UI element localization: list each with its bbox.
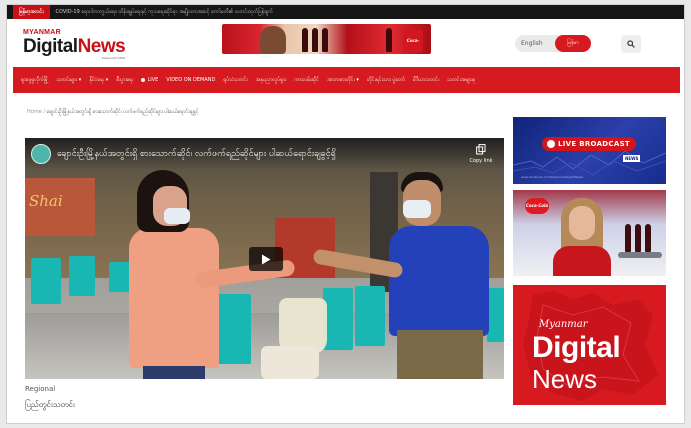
nav-item-live[interactable]: LIVE bbox=[141, 77, 158, 83]
search-button[interactable] bbox=[621, 35, 641, 53]
breadcrumb-home[interactable]: Home bbox=[27, 109, 42, 115]
ad-brand-logo: Coca-Cola bbox=[403, 30, 423, 52]
language-switch[interactable]: English မြန်မာ bbox=[515, 35, 591, 52]
live-broadcast-ad[interactable]: LIVE BROADCAST NEWS www.facebook.com/Mya… bbox=[513, 117, 666, 184]
copy-link-button[interactable]: Copy link bbox=[463, 144, 499, 170]
ad-bottle-image bbox=[302, 28, 308, 52]
man-mask bbox=[403, 200, 431, 218]
video-title-bar: ချောင်းဦးမြို့နယ်အတွင်းရှိ စားသောက်ဆိုင်… bbox=[25, 138, 504, 170]
video-player[interactable]: Shai ချောင်းဦးမြို့နယ်အတွင်းရှိ စားသောက်… bbox=[25, 138, 504, 379]
nav-item-0[interactable]: ရှာဖွေမှုလိုက်မြို့ bbox=[21, 77, 48, 84]
ad-person-image bbox=[260, 26, 286, 54]
play-button[interactable] bbox=[249, 247, 283, 271]
nav-item-3[interactable]: စီးပွားရေး bbox=[116, 77, 133, 84]
chair-image bbox=[215, 294, 251, 364]
logo-main-text: DigitalNews bbox=[23, 36, 126, 57]
ticker-badge: မြန်မာ့အလင်း bbox=[13, 5, 50, 19]
woman-pants bbox=[143, 366, 205, 379]
ad-tray bbox=[618, 252, 662, 258]
logo-digital: Digital bbox=[23, 36, 78, 57]
news-ticker: မြန်မာ့အလင်း COVID-19 ရောဂါကာကွယ်ရေး၊ ထိ… bbox=[7, 5, 684, 19]
channel-avatar[interactable] bbox=[31, 144, 51, 164]
coca-cola-ad[interactable]: Coca-Cola bbox=[513, 190, 666, 276]
nav-item-11[interactable]: မီဒီယာသတင်း bbox=[413, 77, 439, 84]
browser-frame: မြန်မာ့အလင်း COVID-19 ရောဂါကာကွယ်ရေး၊ ထိ… bbox=[6, 4, 685, 424]
woman-mask bbox=[164, 208, 190, 224]
ad3-myanmar-text: Myanmar bbox=[539, 319, 588, 330]
chair-image bbox=[487, 288, 504, 342]
ad-bottle-image bbox=[386, 28, 392, 52]
breadcrumb-separator: / bbox=[43, 109, 46, 115]
chair-image bbox=[69, 256, 95, 296]
logo-news: News bbox=[77, 36, 126, 57]
woman-figure bbox=[129, 228, 219, 368]
ad-bottle-image bbox=[645, 224, 651, 252]
lang-myanmar-option[interactable]: မြန်မာ bbox=[555, 35, 591, 52]
nav-item-6[interactable]: ရုပ်သံသတင်း bbox=[223, 77, 247, 84]
facebook-url: www.facebook.com/MyanmarDigitalNews bbox=[521, 175, 584, 179]
article-subtitle[interactable]: ပြည်တွင်းသတင်း bbox=[25, 399, 75, 411]
nav-item-5[interactable]: VIDEO ON DEMAND bbox=[166, 77, 215, 83]
nav-item-10[interactable]: တိုင်းရင်းသား ပွဲတော် bbox=[367, 77, 405, 84]
site-logo[interactable]: MYANMAR DigitalNews Powered by MDN bbox=[23, 29, 126, 60]
nav-item-9[interactable]: အားကစားတိုင်း ▾ bbox=[327, 77, 359, 84]
ad-woman-dress bbox=[553, 246, 611, 276]
man-sarong bbox=[397, 330, 483, 379]
news-tag: NEWS bbox=[623, 155, 641, 162]
breadcrumb-current: ချောင်းဦးမြို့နယ်အတွင်းရှိ စားသောက်ဆိုင်… bbox=[46, 109, 199, 115]
main-nav: ရှာဖွေမှုလိုက်မြို့ သတင်းများ ▾ နိုင်ငံရ… bbox=[13, 67, 680, 93]
rice-bag bbox=[261, 346, 319, 379]
header-ad-banner[interactable]: Coca-Cola bbox=[222, 24, 431, 54]
copy-link-label: Copy link bbox=[469, 158, 493, 164]
video-title[interactable]: ချောင်းဦးမြို့နယ်အတွင်းရှိ စားသောက်ဆိုင်… bbox=[57, 148, 336, 161]
ad3-news-text: News bbox=[532, 364, 598, 394]
nav-item-8[interactable]: ကားလမ်းဆိုင် bbox=[294, 77, 319, 84]
copy-icon bbox=[476, 144, 486, 155]
man-figure bbox=[389, 226, 489, 336]
ad-bottle-image bbox=[312, 28, 318, 52]
nav-item-2[interactable]: နိုင်ငံရေး ▾ bbox=[89, 77, 108, 84]
ticker-text[interactable]: COVID-19 ရောဂါကာကွယ်ရေး၊ ထိန်းချုပ်ရေးနှ… bbox=[56, 9, 273, 16]
video-shop-sign-text: Shai bbox=[29, 192, 63, 210]
ad-bottle-image bbox=[635, 224, 641, 252]
breadcrumb: Home / ချောင်းဦးမြို့နယ်အတွင်းရှိ စားသော… bbox=[27, 109, 199, 116]
broadcast-dot-icon bbox=[547, 140, 555, 148]
ad3-digital-text: Digital bbox=[532, 331, 621, 364]
live-dot-icon bbox=[141, 77, 146, 82]
nav-item-12[interactable]: သတင်းအများစု bbox=[447, 77, 475, 84]
chair-image bbox=[323, 288, 353, 350]
myanmar-digital-news-ad[interactable]: Myanmar Digital News bbox=[513, 285, 666, 405]
lang-english-option[interactable]: English bbox=[521, 35, 543, 52]
video-shop-sign: Shai bbox=[25, 178, 95, 236]
nav-live-label: LIVE bbox=[147, 77, 159, 83]
ad-bottle-image bbox=[322, 28, 328, 52]
ad-woman-face bbox=[569, 206, 595, 240]
live-broadcast-label: LIVE BROADCAST bbox=[558, 140, 630, 148]
search-icon bbox=[627, 40, 635, 48]
nav-item-1[interactable]: သတင်းများ ▾ bbox=[56, 77, 81, 84]
live-broadcast-pill: LIVE BROADCAST bbox=[542, 137, 636, 151]
site-header: MYANMAR DigitalNews Powered by MDN Coca-… bbox=[7, 19, 684, 67]
article-category[interactable]: Regional bbox=[25, 385, 55, 393]
coca-cola-logo: Coca-Cola bbox=[525, 198, 549, 214]
nav-item-7[interactable]: အနုပညာလှုပ်ရှား bbox=[256, 77, 287, 84]
ad-bottle-image bbox=[625, 224, 631, 252]
chair-image bbox=[355, 286, 385, 346]
chair-image bbox=[31, 258, 61, 304]
chair-image bbox=[109, 262, 131, 292]
play-icon bbox=[262, 254, 271, 264]
